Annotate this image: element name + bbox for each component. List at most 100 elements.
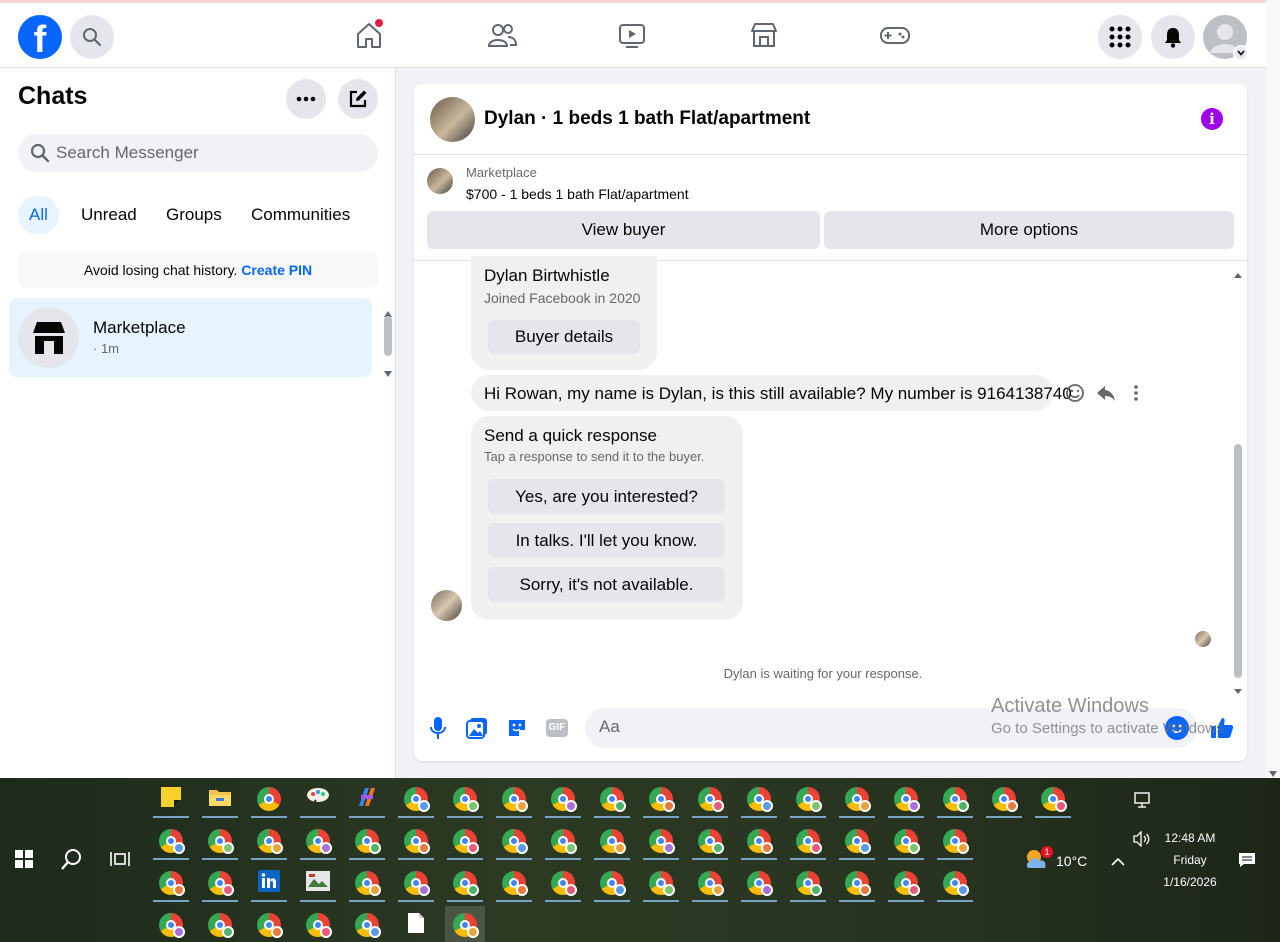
quick-response-in-talks[interactable]: In talks. I'll let you know. [488, 523, 725, 558]
nav-friends[interactable] [486, 19, 518, 51]
taskbar-chrome-app[interactable] [200, 864, 240, 902]
taskbar-chrome-app[interactable] [592, 780, 632, 818]
attach-photo-button[interactable] [465, 716, 489, 740]
taskbar-linkedin-app[interactable] [249, 864, 289, 902]
filter-tab-unread[interactable]: Unread [70, 196, 148, 234]
taskbar-search-button[interactable] [61, 848, 83, 870]
taskbar-chrome-app[interactable] [249, 822, 289, 860]
taskbar-chrome-app[interactable] [249, 906, 289, 942]
taskbar-chrome-app[interactable] [347, 906, 387, 942]
messages-scroll-down-arrow[interactable] [1233, 682, 1243, 694]
buyer-details-button[interactable]: Buyer details [488, 320, 640, 354]
taskbar-chrome-app[interactable] [788, 780, 828, 818]
taskbar-chrome-app[interactable] [396, 864, 436, 902]
notification-center-button[interactable] [1238, 852, 1256, 868]
notifications-button[interactable] [1151, 15, 1195, 59]
taskbar-chrome-app[interactable] [298, 822, 338, 860]
taskbar-chrome-app[interactable] [935, 864, 975, 902]
view-buyer-button[interactable]: View buyer [427, 211, 820, 249]
gif-button[interactable]: GIF [545, 716, 569, 740]
chats-scrollbar[interactable] [384, 316, 392, 356]
taskbar-chrome-app[interactable] [445, 780, 485, 818]
more-options-button[interactable]: More options [824, 211, 1234, 249]
taskbar-chrome-app[interactable] [396, 780, 436, 818]
taskbar-chrome-app[interactable] [592, 822, 632, 860]
weather-widget[interactable]: 1 [1025, 846, 1053, 870]
taskbar-chrome-app[interactable] [592, 864, 632, 902]
taskbar-chrome-app[interactable] [690, 780, 730, 818]
taskbar-chrome-app[interactable] [641, 822, 681, 860]
taskbar-chrome-app[interactable] [151, 906, 191, 942]
taskbar-chrome-app[interactable] [494, 864, 534, 902]
info-icon[interactable]: i [1201, 108, 1223, 130]
sticker-button[interactable] [505, 716, 529, 740]
network-button[interactable] [1133, 792, 1151, 808]
volume-button[interactable] [1133, 830, 1151, 848]
task-view-button[interactable] [110, 850, 130, 868]
taskbar-chrome-app[interactable] [837, 780, 877, 818]
taskbar-chrome-app[interactable] [347, 822, 387, 860]
sender-avatar[interactable] [431, 590, 462, 621]
chat-item-marketplace[interactable]: Marketplace · 1m [9, 298, 372, 377]
taskbar-chrome-app[interactable] [739, 864, 779, 902]
taskbar-chrome-app[interactable] [445, 822, 485, 860]
chat-options-button[interactable] [286, 79, 326, 119]
quick-response-not-available[interactable]: Sorry, it's not available. [488, 567, 725, 602]
scroll-down-arrow[interactable] [384, 364, 392, 377]
nav-video[interactable] [616, 19, 648, 51]
taskbar-chrome-app[interactable] [788, 864, 828, 902]
taskbar-chrome-app[interactable] [886, 822, 926, 860]
taskbar-sticky-notes-app[interactable] [151, 780, 191, 818]
page-scrollbar[interactable] [1266, 0, 1280, 778]
taskbar-chrome-app[interactable] [690, 822, 730, 860]
taskbar-chrome-app[interactable] [249, 780, 289, 818]
show-hidden-icons-button[interactable] [1111, 854, 1125, 866]
taskbar-chrome-app[interactable] [739, 822, 779, 860]
taskbar-chrome-app[interactable] [298, 906, 338, 942]
taskbar-document-app[interactable] [396, 906, 436, 942]
menu-button[interactable] [1098, 15, 1142, 59]
filter-tab-groups[interactable]: Groups [155, 196, 233, 234]
conversation-avatar[interactable] [430, 97, 475, 142]
messages-scroll-up-arrow[interactable] [1233, 266, 1243, 278]
taskbar-chrome-app[interactable] [641, 864, 681, 902]
taskbar-chrome-app[interactable] [886, 864, 926, 902]
taskbar-chrome-app[interactable] [445, 906, 485, 942]
taskbar-copilot-app[interactable] [347, 780, 387, 818]
filter-tab-all[interactable]: All [18, 196, 59, 234]
message-more-button[interactable] [1128, 383, 1144, 403]
taskbar-chrome-app[interactable] [200, 822, 240, 860]
taskbar-file-explorer-app[interactable] [200, 780, 240, 818]
taskbar-chrome-app[interactable] [445, 864, 485, 902]
filter-tab-communities[interactable]: Communities [240, 196, 361, 234]
taskbar-chrome-app[interactable] [739, 780, 779, 818]
taskbar-chrome-app[interactable] [151, 822, 191, 860]
taskbar-chrome-app[interactable] [200, 906, 240, 942]
message-bubble[interactable]: Hi Rowan, my name is Dylan, is this stil… [471, 375, 1072, 411]
taskbar-chrome-app[interactable] [935, 822, 975, 860]
search-messenger[interactable] [18, 134, 378, 172]
taskbar-chrome-app[interactable] [543, 780, 583, 818]
search-input[interactable] [56, 143, 356, 163]
taskbar-chrome-app[interactable] [641, 780, 681, 818]
account-button[interactable] [1203, 15, 1249, 61]
taskbar-chrome-app[interactable] [935, 780, 975, 818]
taskbar-paint-app[interactable] [298, 780, 338, 818]
taskbar-chrome-app[interactable] [151, 864, 191, 902]
react-button[interactable] [1065, 383, 1085, 403]
nav-home[interactable] [353, 19, 385, 51]
start-button[interactable] [15, 850, 33, 868]
nav-marketplace[interactable] [748, 19, 780, 51]
taskbar-chrome-app[interactable] [984, 780, 1024, 818]
taskbar-chrome-app[interactable] [788, 822, 828, 860]
taskbar-chrome-app[interactable] [837, 864, 877, 902]
taskbar-chrome-app[interactable] [543, 822, 583, 860]
new-message-button[interactable] [338, 79, 378, 119]
voice-clip-button[interactable] [426, 716, 450, 740]
taskbar-chrome-app[interactable] [1033, 780, 1073, 818]
taskbar-photo-viewer-app[interactable] [298, 864, 338, 902]
quick-response-yes[interactable]: Yes, are you interested? [488, 479, 725, 514]
taskbar-chrome-app[interactable] [886, 780, 926, 818]
create-pin-link[interactable]: Create PIN [241, 262, 312, 278]
taskbar-chrome-app[interactable] [837, 822, 877, 860]
